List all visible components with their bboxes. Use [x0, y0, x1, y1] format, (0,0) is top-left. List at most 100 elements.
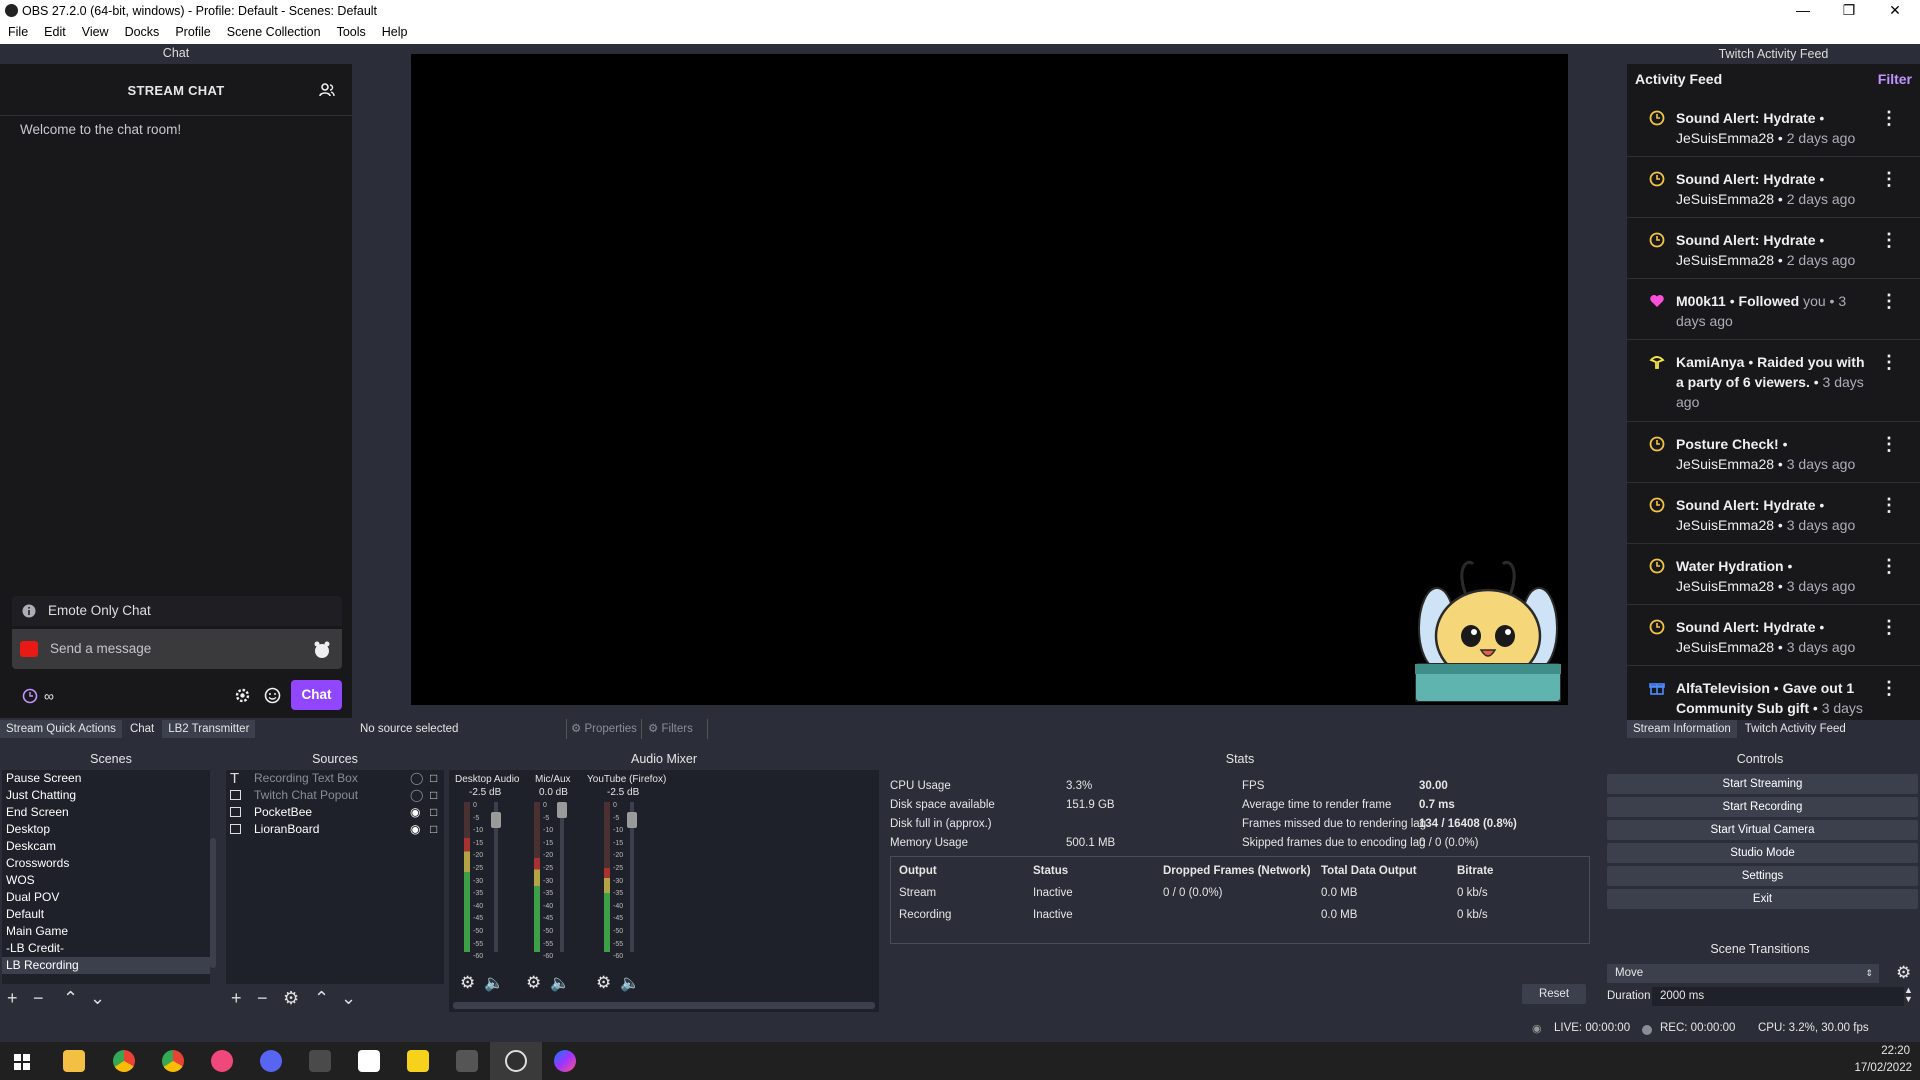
more-options-icon[interactable]: ⋮ — [1880, 169, 1898, 190]
hidden-eye-icon[interactable]: ◯ — [410, 770, 423, 787]
reset-button[interactable]: Reset — [1522, 984, 1586, 1004]
more-options-icon[interactable]: ⋮ — [1880, 230, 1898, 251]
scene-item[interactable]: Dual POV — [2, 889, 210, 906]
lock-icon[interactable]: □ — [430, 804, 437, 821]
more-options-icon[interactable]: ⋮ — [1880, 495, 1898, 516]
more-options-icon[interactable]: ⋮ — [1880, 108, 1898, 129]
visible-eye-icon[interactable]: ◉ — [410, 821, 420, 838]
volume-slider-track[interactable] — [560, 802, 564, 952]
sticky-notes-icon[interactable] — [407, 1050, 429, 1072]
duration-input[interactable]: 2000 ms — [1652, 987, 1904, 1006]
menu-scene-collection[interactable]: Scene Collection — [219, 22, 329, 39]
scene-item[interactable]: Desktop — [2, 821, 210, 838]
add-source-icon[interactable]: + — [231, 988, 242, 1009]
file-explorer-icon[interactable] — [63, 1050, 85, 1072]
mixer-scrollbar[interactable] — [453, 1002, 875, 1009]
more-options-icon[interactable]: ⋮ — [1880, 291, 1898, 312]
obs-taskbar-icon[interactable] — [505, 1050, 527, 1072]
scene-item[interactable]: Crosswords — [2, 855, 210, 872]
maximize-button[interactable]: ❐ — [1826, 0, 1872, 22]
scene-item[interactable]: Pause Screen — [2, 770, 210, 787]
visible-eye-icon[interactable]: ◉ — [410, 804, 420, 821]
volume-slider-handle[interactable] — [557, 802, 567, 818]
more-options-icon[interactable]: ⋮ — [1880, 617, 1898, 638]
emote-picker-icon[interactable] — [312, 639, 332, 659]
start-virtual-camera-button[interactable]: Start Virtual Camera — [1607, 820, 1918, 840]
lock-icon[interactable]: □ — [430, 787, 437, 804]
source-item[interactable]: LioranBoard ◉ □ — [226, 821, 444, 838]
source-item[interactable]: PocketBee ◉ □ — [226, 804, 444, 821]
feed-item[interactable]: Sound Alert: Hydrate • JeSuisEmma28 • 2 … — [1627, 157, 1920, 218]
scene-item[interactable]: Main Game — [2, 923, 210, 940]
message-input[interactable]: Send a message — [12, 629, 342, 669]
studio-mode-button[interactable]: Studio Mode — [1607, 843, 1918, 863]
move-scene-up-icon[interactable]: ⌃ — [63, 988, 78, 1009]
windows-start-icon[interactable] — [14, 1054, 30, 1070]
feed-item[interactable]: Posture Check! • JeSuisEmma28 • 3 days a… — [1627, 422, 1920, 483]
feed-item[interactable]: Sound Alert: Hydrate • JeSuisEmma28 • 2 … — [1627, 96, 1920, 157]
properties-button[interactable]: ⚙ Properties — [566, 719, 642, 739]
task-manager-icon[interactable] — [456, 1050, 478, 1072]
close-button[interactable]: ✕ — [1872, 0, 1918, 22]
volume-slider-handle[interactable] — [627, 812, 637, 828]
more-options-icon[interactable]: ⋮ — [1880, 678, 1898, 699]
exit-button[interactable]: Exit — [1607, 889, 1918, 909]
chrome-icon[interactable] — [113, 1050, 135, 1072]
scene-item[interactable]: WOS — [2, 872, 210, 889]
volume-slider-handle[interactable] — [491, 812, 501, 828]
duration-spinner-icon[interactable]: ▲ ▼ — [1904, 986, 1913, 1004]
feed-item[interactable]: Sound Alert: Hydrate • JeSuisEmma28 • 3 … — [1627, 483, 1920, 544]
speaker-icon[interactable]: 🔈 — [620, 973, 640, 993]
more-options-icon[interactable]: ⋮ — [1880, 556, 1898, 577]
tab-stream-information[interactable]: Stream Information — [1627, 720, 1737, 738]
source-item[interactable]: T Recording Text Box ◯ □ — [226, 770, 444, 787]
menu-edit[interactable]: Edit — [36, 22, 74, 39]
menu-docks[interactable]: Docks — [117, 22, 168, 39]
feed-item[interactable]: KamiAnya • Raided you with a party of 6 … — [1627, 340, 1920, 422]
feed-item[interactable]: M00k11 • Followed you • 3 days ago ⋮ — [1627, 279, 1920, 340]
transition-select[interactable]: Move ⇕ — [1607, 964, 1879, 983]
lioranboard-icon[interactable] — [358, 1050, 380, 1072]
audio-settings-icon[interactable]: ⚙ — [526, 973, 541, 993]
feed-item[interactable]: Sound Alert: Hydrate • JeSuisEmma28 • 2 … — [1627, 218, 1920, 279]
calculator-icon[interactable] — [309, 1050, 331, 1072]
remove-source-icon[interactable]: − — [257, 988, 268, 1009]
settings-button[interactable]: Settings — [1607, 866, 1918, 886]
scene-item[interactable]: -LB Credit- — [2, 940, 210, 957]
menu-file[interactable]: File — [0, 22, 36, 39]
menu-profile[interactable]: Profile — [167, 22, 218, 39]
scene-item-selected[interactable]: LB Recording — [2, 957, 210, 974]
hidden-eye-icon[interactable]: ◯ — [410, 787, 423, 804]
audio-settings-icon[interactable]: ⚙ — [596, 973, 611, 993]
users-icon[interactable] — [318, 81, 336, 99]
minimize-button[interactable]: — — [1780, 0, 1826, 22]
tab-stream-quick-actions[interactable]: Stream Quick Actions — [0, 720, 122, 738]
filters-button[interactable]: ⚙ Filters — [644, 719, 708, 739]
emoji-icon[interactable] — [264, 687, 281, 704]
transition-settings-icon[interactable]: ⚙ — [1896, 963, 1911, 983]
feed-item[interactable]: Sound Alert: Hydrate • JeSuisEmma28 • 3 … — [1627, 605, 1920, 666]
messenger-icon[interactable] — [554, 1050, 576, 1072]
move-source-down-icon[interactable]: ⌄ — [341, 988, 356, 1009]
scene-item[interactable]: End Screen — [2, 804, 210, 821]
chrome-profile-icon[interactable] — [162, 1050, 184, 1072]
scene-item[interactable]: Deskcam — [2, 838, 210, 855]
scene-item[interactable]: Just Chatting — [2, 787, 210, 804]
tab-twitch-activity-feed[interactable]: Twitch Activity Feed — [1738, 720, 1852, 738]
menu-tools[interactable]: Tools — [329, 22, 374, 39]
chat-settings-icon[interactable] — [234, 687, 251, 704]
chat-send-button[interactable]: Chat — [291, 680, 342, 710]
scene-item[interactable]: Default — [2, 906, 210, 923]
feed-item[interactable]: Water Hydration • JeSuisEmma28 • 3 days … — [1627, 544, 1920, 605]
start-streaming-button[interactable]: Start Streaming — [1607, 774, 1918, 794]
audio-settings-icon[interactable]: ⚙ — [460, 973, 475, 993]
itunes-icon[interactable] — [211, 1050, 233, 1072]
more-options-icon[interactable]: ⋮ — [1880, 352, 1898, 373]
tab-lb2-transmitter[interactable]: LB2 Transmitter — [162, 720, 256, 738]
more-options-icon[interactable]: ⋮ — [1880, 434, 1898, 455]
channel-points-icon[interactable] — [22, 688, 38, 704]
source-item[interactable]: Twitch Chat Popout ◯ □ — [226, 787, 444, 804]
speaker-icon[interactable]: 🔈 — [550, 973, 570, 993]
speaker-icon[interactable]: 🔈 — [484, 973, 504, 993]
scenes-scrollbar[interactable] — [210, 838, 216, 968]
